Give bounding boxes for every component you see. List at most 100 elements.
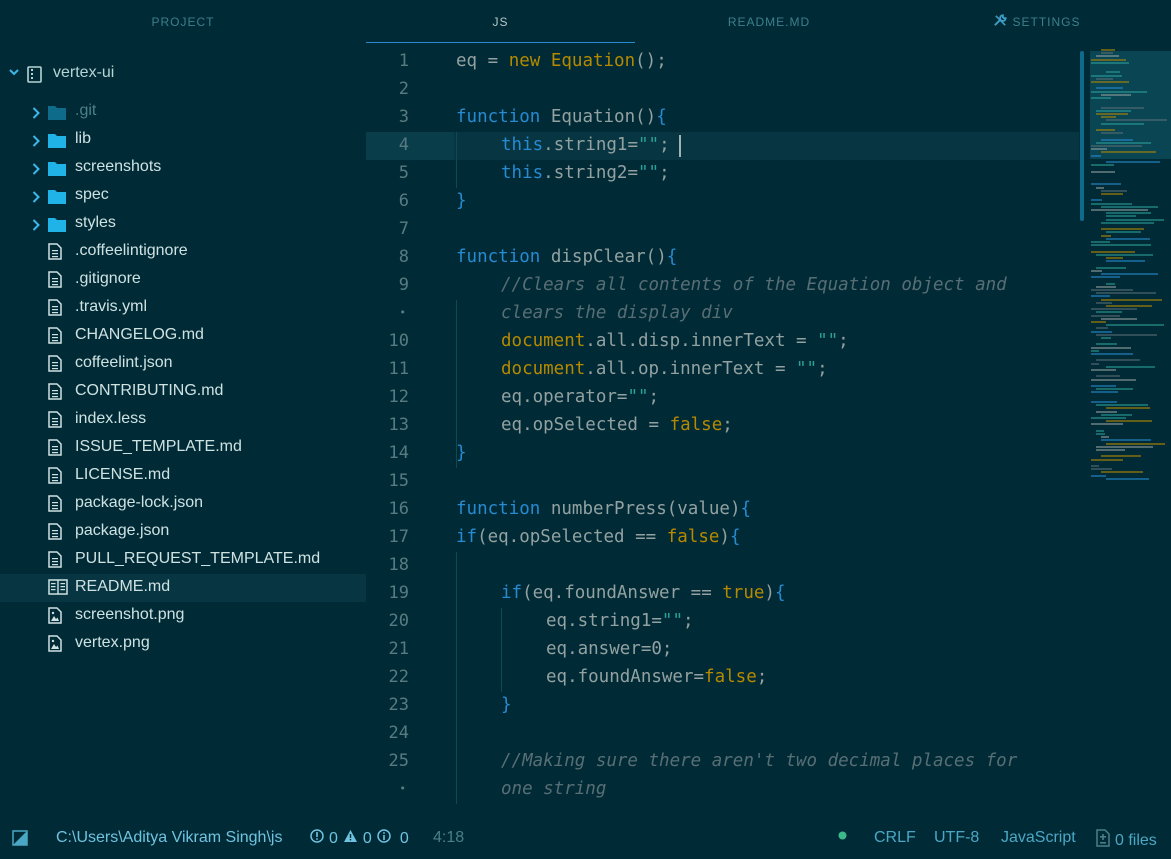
line-number[interactable]: 15 bbox=[366, 468, 1079, 496]
file-text-icon bbox=[48, 243, 62, 265]
tab-settings[interactable]: SETTINGS bbox=[903, 0, 1171, 43]
folder-icon bbox=[48, 189, 66, 209]
tree-item-label: spec bbox=[75, 186, 109, 203]
file-text-icon bbox=[48, 327, 62, 349]
image-file-icon bbox=[48, 607, 62, 629]
folder-icon bbox=[48, 105, 66, 125]
folder-icon bbox=[48, 133, 66, 153]
code-line-9: //Clears all contents of the Equation ob… bbox=[501, 275, 1007, 295]
tree-item-index-less[interactable]: index.less bbox=[0, 406, 366, 434]
tab-js-label: JS bbox=[492, 14, 509, 29]
tree-item-label: package.json bbox=[75, 522, 170, 539]
code-line-21: eq.answer=0; bbox=[546, 639, 673, 659]
code-editor[interactable]: 1 2 3 4 5 6 7 8 9 • 10 11 12 13 14 15 16 17 18 19 20 21 22 23 24… bbox=[366, 43, 1079, 816]
tab-project[interactable]: PROJECT bbox=[0, 0, 366, 43]
code-line-25: //Making sure there aren't two decimal p… bbox=[501, 751, 1018, 771]
code-line-10: document.all.disp.innerText = ""; bbox=[501, 331, 849, 351]
file-text-icon bbox=[48, 439, 62, 461]
encoding[interactable]: UTF-8 bbox=[934, 829, 979, 847]
tree-item-spec[interactable]: spec bbox=[0, 182, 366, 210]
minimap[interactable] bbox=[1079, 43, 1171, 816]
diagnostics[interactable]: 0 0 0 bbox=[310, 829, 409, 848]
tree-item-screenshots[interactable]: screenshots bbox=[0, 154, 366, 182]
chevron-down-icon[interactable] bbox=[9, 65, 19, 79]
tree-item-vertex-png[interactable]: vertex.png bbox=[0, 630, 366, 658]
code-line-20: eq.string1=""; bbox=[546, 611, 694, 631]
tree-item-label: CONTRIBUTING.md bbox=[75, 382, 224, 399]
chevron-right-icon[interactable] bbox=[32, 106, 40, 124]
tree-item-gitignore[interactable]: .gitignore bbox=[0, 266, 366, 294]
file-text-icon bbox=[48, 467, 62, 489]
file-text-icon bbox=[48, 271, 62, 293]
line-number[interactable]: 2 bbox=[366, 76, 1079, 104]
line-number[interactable]: 18 bbox=[366, 552, 1079, 580]
git-files[interactable]: 0 files bbox=[1096, 829, 1157, 852]
code-line-23: } bbox=[501, 695, 512, 715]
chevron-right-icon[interactable] bbox=[32, 218, 40, 236]
tree-item-lib[interactable]: lib bbox=[0, 126, 366, 154]
tree-item-contributing-md[interactable]: CONTRIBUTING.md bbox=[0, 378, 366, 406]
tools-icon bbox=[993, 13, 1008, 31]
chevron-right-icon[interactable] bbox=[32, 162, 40, 180]
line-number-label: 15 bbox=[388, 471, 409, 491]
vertical-scrollbar[interactable] bbox=[1080, 51, 1084, 221]
code-line-13: eq.opSelected = false; bbox=[501, 415, 733, 435]
tree-item-label: index.less bbox=[75, 410, 147, 427]
chevron-right-icon[interactable] bbox=[32, 134, 40, 152]
tree-item-coffeelintignore[interactable]: .coffeelintignore bbox=[0, 238, 366, 266]
tree-item-label: .travis.yml bbox=[75, 298, 147, 315]
git-status-dot bbox=[838, 831, 847, 840]
tree-item-pull-request-template-md[interactable]: PULL_REQUEST_TEMPLATE.md bbox=[0, 546, 366, 574]
tree-root[interactable]: vertex-ui bbox=[0, 60, 366, 88]
tree-item-styles[interactable]: styles bbox=[0, 210, 366, 238]
toggle-panel-icon[interactable] bbox=[12, 830, 28, 846]
tree-item-screenshot-png[interactable]: screenshot.png bbox=[0, 602, 366, 630]
file-text-icon bbox=[48, 495, 62, 517]
line-ending[interactable]: CRLF bbox=[874, 829, 916, 847]
tab-readme[interactable]: README.MD bbox=[635, 0, 903, 43]
code-line-4: this.string1=""; bbox=[501, 135, 670, 155]
tree-item-label: vertex.png bbox=[75, 634, 150, 651]
tab-js[interactable]: JS bbox=[366, 0, 635, 43]
tree-item-license-md[interactable]: LICENSE.md bbox=[0, 462, 366, 490]
tab-settings-label: SETTINGS bbox=[1012, 14, 1081, 29]
tree-item-package-json[interactable]: package.json bbox=[0, 518, 366, 546]
file-path[interactable]: C:\Users\Aditya Vikram Singh\js bbox=[56, 829, 282, 847]
info-count: 0 bbox=[399, 829, 409, 847]
tree-item-label: screenshot.png bbox=[75, 606, 185, 623]
text-caret bbox=[679, 135, 681, 157]
code-line-3: function Equation(){ bbox=[456, 107, 667, 127]
tree-item-readme-md[interactable]: README.md bbox=[0, 574, 366, 602]
code-line-16: function numberPress(value){ bbox=[456, 499, 752, 519]
folder-icon bbox=[48, 161, 66, 181]
tree-item-label: ISSUE_TEMPLATE.md bbox=[75, 438, 242, 455]
code-line-8: function dispClear(){ bbox=[456, 247, 678, 267]
code-line-22: eq.foundAnswer=false; bbox=[546, 667, 768, 687]
tree-item-label: README.md bbox=[75, 578, 171, 595]
code-line-6: } bbox=[456, 191, 467, 211]
code-line-25-wrap: one string bbox=[501, 779, 607, 799]
tree-item-git[interactable]: .git bbox=[0, 98, 366, 126]
tree-item-label: coffeelint.json bbox=[75, 354, 173, 371]
file-text-icon bbox=[48, 383, 62, 405]
cursor-position[interactable]: 4:18 bbox=[433, 829, 464, 847]
tree-item-issue-template-md[interactable]: ISSUE_TEMPLATE.md bbox=[0, 434, 366, 462]
tree-item-travis-yml[interactable]: .travis.yml bbox=[0, 294, 366, 322]
code-line-12: eq.operator=""; bbox=[501, 387, 660, 407]
grammar[interactable]: JavaScript bbox=[1001, 829, 1076, 847]
tree-item-coffeelint-json[interactable]: coffeelint.json bbox=[0, 350, 366, 378]
chevron-right-icon[interactable] bbox=[32, 190, 40, 208]
tree-item-label: lib bbox=[75, 130, 92, 147]
tree-item-label: styles bbox=[75, 214, 116, 231]
line-number[interactable]: 24 bbox=[366, 720, 1079, 748]
file-diff-icon bbox=[1096, 829, 1110, 852]
tree-view: vertex-ui .git lib screenshots spec styles .c… bbox=[0, 43, 366, 816]
book-icon bbox=[48, 579, 68, 600]
tree-item-package-lock-json[interactable]: package-lock.json bbox=[0, 490, 366, 518]
info-icon bbox=[377, 829, 391, 848]
code-line-19: if(eq.foundAnswer == true){ bbox=[501, 583, 786, 603]
code-line-17: if(eq.opSelected == false){ bbox=[456, 527, 741, 547]
tree-item-changelog-md[interactable]: CHANGELOG.md bbox=[0, 322, 366, 350]
tree-item-label: package-lock.json bbox=[75, 494, 204, 511]
line-number[interactable]: 7 bbox=[366, 216, 1079, 244]
